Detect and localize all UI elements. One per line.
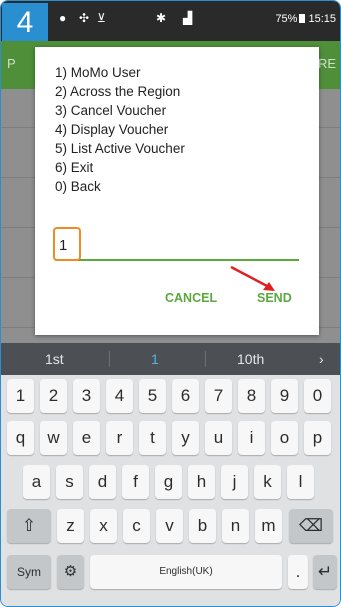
enter-key-icon[interactable]: ↵ xyxy=(313,555,337,589)
key-y[interactable]: y xyxy=(172,421,199,455)
key-7[interactable]: 7 xyxy=(205,379,232,413)
reply-input[interactable] xyxy=(55,231,299,261)
menu-option: 3) Cancel Voucher xyxy=(55,103,167,118)
status-right: 75% 15:15 xyxy=(275,13,336,25)
ussd-menu: 1) MoMo User 2) Across the Region 3) Can… xyxy=(55,63,185,196)
key-i[interactable]: i xyxy=(238,421,265,455)
space-key[interactable]: English(UK) xyxy=(90,555,282,589)
suggestion-item[interactable]: 1st xyxy=(45,351,64,367)
key-j[interactable]: j xyxy=(221,465,248,499)
key-u[interactable]: u xyxy=(205,421,232,455)
key-b[interactable]: b xyxy=(189,509,216,543)
chevron-right-icon[interactable]: › xyxy=(319,351,324,367)
key-9[interactable]: 9 xyxy=(271,379,298,413)
key-3[interactable]: 3 xyxy=(73,379,100,413)
key-r[interactable]: r xyxy=(106,421,133,455)
cancel-button[interactable]: CANCEL xyxy=(165,291,217,305)
settings-key-icon[interactable]: ⚙ xyxy=(57,555,84,589)
suggestion-bar: 1st 1 10th › xyxy=(1,343,340,375)
key-a[interactable]: a xyxy=(23,465,50,499)
divider xyxy=(109,351,110,367)
menu-option: 2) Across the Region xyxy=(55,84,181,99)
key-z[interactable]: z xyxy=(57,509,84,543)
key-5[interactable]: 5 xyxy=(139,379,166,413)
key-2[interactable]: 2 xyxy=(40,379,67,413)
key-m[interactable]: m xyxy=(255,509,282,543)
signal-icon: ▟ xyxy=(183,11,193,25)
key-8[interactable]: 8 xyxy=(238,379,265,413)
menu-option: 5) List Active Voucher xyxy=(55,141,185,156)
key-e[interactable]: e xyxy=(73,421,100,455)
key-0[interactable]: 0 xyxy=(304,379,331,413)
menu-option: 6) Exit xyxy=(55,160,94,175)
sym-key[interactable]: Sym xyxy=(7,555,51,589)
key-x[interactable]: x xyxy=(90,509,117,543)
key-d[interactable]: d xyxy=(89,465,116,499)
phone-screen: ● ✣ ⊻ ✱ ▟ 75% 15:15 4 P RE 1) MoMo User 2… xyxy=(0,0,341,607)
download-icon: ⊻ xyxy=(97,11,106,25)
shift-key-icon[interactable]: ⇧ xyxy=(7,509,51,543)
key-s[interactable]: s xyxy=(56,465,83,499)
menu-option: 1) MoMo User xyxy=(55,65,141,80)
key-1[interactable]: 1 xyxy=(7,379,34,413)
key-p[interactable]: p xyxy=(304,421,331,455)
reply-field-container xyxy=(53,227,299,261)
key-v[interactable]: v xyxy=(156,509,183,543)
period-key[interactable]: . xyxy=(288,555,308,589)
divider xyxy=(205,351,206,367)
bluetooth-icon: ✱ xyxy=(156,11,167,25)
clock: 15:15 xyxy=(308,13,336,25)
ussd-dialog: 1) MoMo User 2) Across the Region 3) Can… xyxy=(35,47,319,335)
send-button[interactable]: SEND xyxy=(257,291,292,305)
menu-option: 4) Display Voucher xyxy=(55,122,169,137)
key-k[interactable]: k xyxy=(254,465,281,499)
key-g[interactable]: g xyxy=(155,465,182,499)
key-o[interactable]: o xyxy=(271,421,298,455)
key-t[interactable]: t xyxy=(139,421,166,455)
suggestion-item[interactable]: 10th xyxy=(237,351,264,367)
battery-level: 75% xyxy=(275,13,298,25)
key-6[interactable]: 6 xyxy=(172,379,199,413)
key-4[interactable]: 4 xyxy=(106,379,133,413)
app-bar-action-fragment: RE xyxy=(317,56,336,71)
battery-icon xyxy=(299,14,306,23)
keyboard: 1st 1 10th › 1 2 3 4 5 6 7 8 9 0 q w e r… xyxy=(1,343,340,606)
key-w[interactable]: w xyxy=(40,421,67,455)
key-q[interactable]: q xyxy=(7,421,34,455)
step-badge: 4 xyxy=(2,3,48,43)
key-h[interactable]: h xyxy=(188,465,215,499)
notification-icon: ● xyxy=(59,11,67,25)
settings-icon: ✣ xyxy=(79,11,90,25)
key-l[interactable]: l xyxy=(287,465,314,499)
key-c[interactable]: c xyxy=(123,509,150,543)
backspace-key-icon[interactable]: ⌫ xyxy=(289,509,333,543)
status-bar: ● ✣ ⊻ ✱ ▟ 75% 15:15 xyxy=(1,1,340,41)
suggestion-item[interactable]: 1 xyxy=(151,351,159,367)
key-n[interactable]: n xyxy=(222,509,249,543)
app-bar-title-fragment: P xyxy=(7,56,16,71)
menu-option: 0) Back xyxy=(55,179,101,194)
key-f[interactable]: f xyxy=(122,465,149,499)
